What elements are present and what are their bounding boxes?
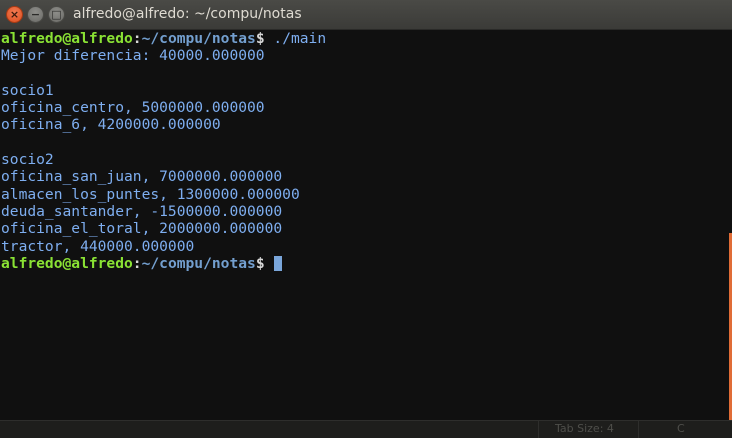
tab-size-selector[interactable]: Tab Size: 4 xyxy=(538,421,638,438)
prompt-symbol: $ xyxy=(255,30,274,47)
prompt-user-host: alfredo@alfredo xyxy=(1,254,133,272)
prompt-symbol: $ xyxy=(255,254,274,272)
prompt-separator: : xyxy=(132,30,142,47)
output-line: oficina_6, 4200000.000000 xyxy=(1,116,221,134)
language-selector[interactable]: C xyxy=(638,421,732,438)
output-line: Mejor diferencia: 40000.000000 xyxy=(1,47,265,65)
window-title: alfredo@alfredo: ~/compu/notas xyxy=(73,6,302,22)
title-bar[interactable]: × − □ alfredo@alfredo: ~/compu/notas xyxy=(0,0,732,30)
minimize-button[interactable]: − xyxy=(27,6,44,23)
output-line: almacen_los_puntes, 1300000.000000 xyxy=(1,185,300,203)
close-button[interactable]: × xyxy=(6,6,23,23)
command-line: alfredo@alfredo:~/compu/notas$ ./main xyxy=(1,30,732,47)
minimize-icon: − xyxy=(30,8,41,21)
output-line: oficina_el_toral, 2000000.000000 xyxy=(1,220,283,238)
active-prompt-line[interactable]: alfredo@alfredo:~/compu/notas$ xyxy=(1,255,732,272)
prompt-path: ~/compu/notas xyxy=(141,30,256,47)
prompt-path: ~/compu/notas xyxy=(141,254,256,272)
text-cursor xyxy=(274,255,283,271)
output-line: socio1 xyxy=(1,81,54,99)
command-text: ./main xyxy=(273,30,327,47)
output-line: deuda_santander, -1500000.000000 xyxy=(1,202,283,220)
output-line: socio2 xyxy=(1,151,54,169)
output-line: oficina_centro, 5000000.000000 xyxy=(1,99,265,117)
maximize-icon: □ xyxy=(51,8,62,21)
prompt-separator: : xyxy=(132,254,142,272)
prompt-user-host: alfredo@alfredo xyxy=(1,30,133,47)
close-icon: × xyxy=(9,8,20,21)
output-line: tractor, 440000.000000 xyxy=(1,237,195,255)
status-bar: Tab Size: 4 C xyxy=(0,420,732,438)
output-line: oficina_san_juan, 7000000.000000 xyxy=(1,168,283,186)
terminal-window: × − □ alfredo@alfredo: ~/compu/notas alf… xyxy=(0,0,732,438)
terminal-area[interactable]: alfredo@alfredo:~/compu/notas$ ./main Me… xyxy=(0,30,732,420)
maximize-button[interactable]: □ xyxy=(48,6,65,23)
